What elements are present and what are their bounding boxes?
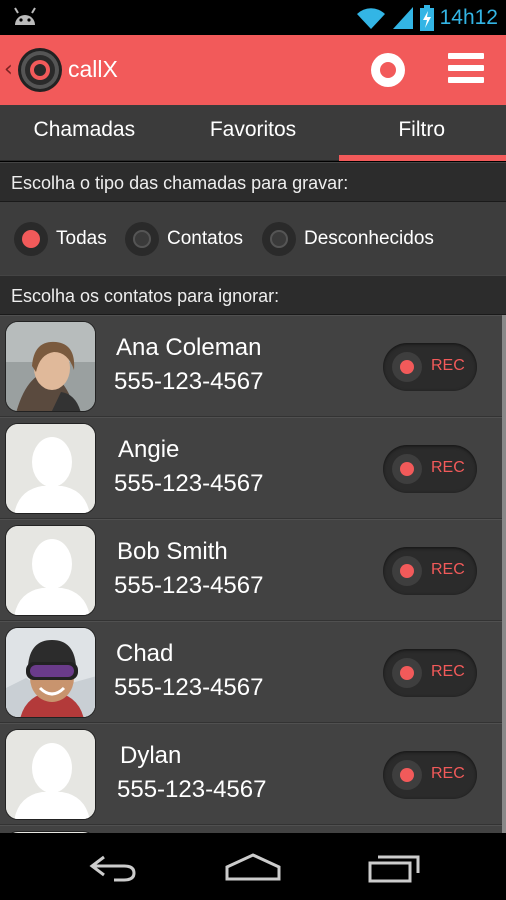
ignore-contacts-heading: Escolha os contatos para ignorar: [0, 275, 506, 315]
list-item[interactable]: Chad 555-123-4567 REC [0, 621, 502, 723]
contact-name: Bob Smith [117, 538, 228, 565]
tab-bar: Chamadas Favoritos Filtro [0, 105, 506, 161]
signal-icon [392, 7, 413, 29]
app-logo-icon[interactable] [17, 47, 63, 93]
avatar [5, 321, 96, 412]
record-dot-icon [392, 658, 422, 688]
home-icon[interactable] [223, 851, 283, 883]
radio-todas[interactable]: Todas [14, 222, 107, 256]
radio-contatos[interactable]: Contatos [125, 222, 243, 256]
record-dot-icon [392, 454, 422, 484]
contact-phone: 555-123-4567 [114, 470, 264, 497]
action-bar: ‹ callX [0, 35, 506, 105]
contact-phone: 555-123-4567 [114, 572, 264, 599]
record-dot-icon [392, 760, 422, 790]
avatar [5, 627, 96, 718]
tab-filtro[interactable]: Filtro [337, 105, 506, 161]
record-dot-icon [392, 556, 422, 586]
list-item[interactable]: Bob Smith 555-123-4567 REC [0, 519, 502, 621]
menu-icon[interactable] [448, 53, 484, 87]
contact-phone: 555-123-4567 [114, 368, 264, 395]
list-item[interactable]: Ana Coleman 555-123-4567 REC [0, 315, 502, 417]
list-item[interactable]: Angie 555-123-4567 REC [0, 417, 502, 519]
avatar [5, 525, 96, 616]
call-type-radio-group: Todas Contatos Desconhecidos [0, 202, 506, 275]
status-bar: 14h12 [0, 0, 506, 35]
radio-label: Todas [56, 228, 107, 249]
tab-chamadas[interactable]: Chamadas [0, 105, 169, 160]
avatar [5, 729, 96, 820]
rec-label: REC [431, 663, 465, 680]
contact-phone: 555-123-4567 [117, 776, 267, 803]
list-item[interactable] [0, 825, 502, 833]
radio-desconhecidos[interactable]: Desconhecidos [262, 222, 434, 256]
contact-name: Angie [118, 436, 180, 463]
rec-toggle[interactable]: REC [383, 445, 477, 493]
rec-toggle[interactable]: REC [383, 649, 477, 697]
radio-unselected-icon [125, 222, 159, 256]
tab-favoritos[interactable]: Favoritos [169, 105, 338, 160]
android-notification-icon [14, 7, 36, 25]
up-chevron-icon[interactable]: ‹ [4, 57, 13, 82]
contact-phone: 555-123-4567 [114, 674, 264, 701]
app-title: callX [68, 56, 118, 82]
contact-name: Dylan [120, 742, 182, 769]
woman-photo-icon [6, 322, 95, 411]
recent-apps-icon[interactable] [364, 851, 424, 883]
avatar [5, 423, 96, 514]
rec-label: REC [431, 765, 465, 782]
rec-toggle[interactable]: REC [383, 751, 477, 799]
person-placeholder-icon [6, 424, 95, 513]
back-icon[interactable] [84, 851, 144, 883]
navigation-bar [0, 833, 506, 900]
contact-list[interactable]: Ana Coleman 555-123-4567 REC Angie 555-1… [0, 315, 506, 833]
rec-label: REC [431, 561, 465, 578]
radio-selected-icon [14, 222, 48, 256]
contact-name: Chad [116, 640, 174, 667]
rec-label: REC [431, 459, 465, 476]
status-time: 14h12 [439, 6, 498, 29]
contact-name: Ana Coleman [116, 334, 262, 361]
rec-toggle[interactable]: REC [383, 343, 477, 391]
radio-label: Desconhecidos [304, 228, 434, 249]
list-scrollbar[interactable] [502, 315, 506, 833]
list-item[interactable]: Dylan 555-123-4567 REC [0, 723, 502, 825]
person-placeholder-icon [6, 526, 95, 615]
rec-label: REC [431, 357, 465, 374]
battery-charging-icon [419, 5, 434, 31]
rec-toggle[interactable]: REC [383, 547, 477, 595]
radio-label: Contatos [167, 228, 244, 249]
record-dot-icon [392, 352, 422, 382]
person-placeholder-icon [6, 730, 95, 819]
man-goggles-photo-icon [6, 628, 95, 717]
wifi-icon [356, 8, 385, 29]
record-button[interactable] [370, 52, 406, 88]
call-type-heading: Escolha o tipo das chamadas para gravar: [0, 162, 506, 202]
radio-unselected-icon [262, 222, 296, 256]
